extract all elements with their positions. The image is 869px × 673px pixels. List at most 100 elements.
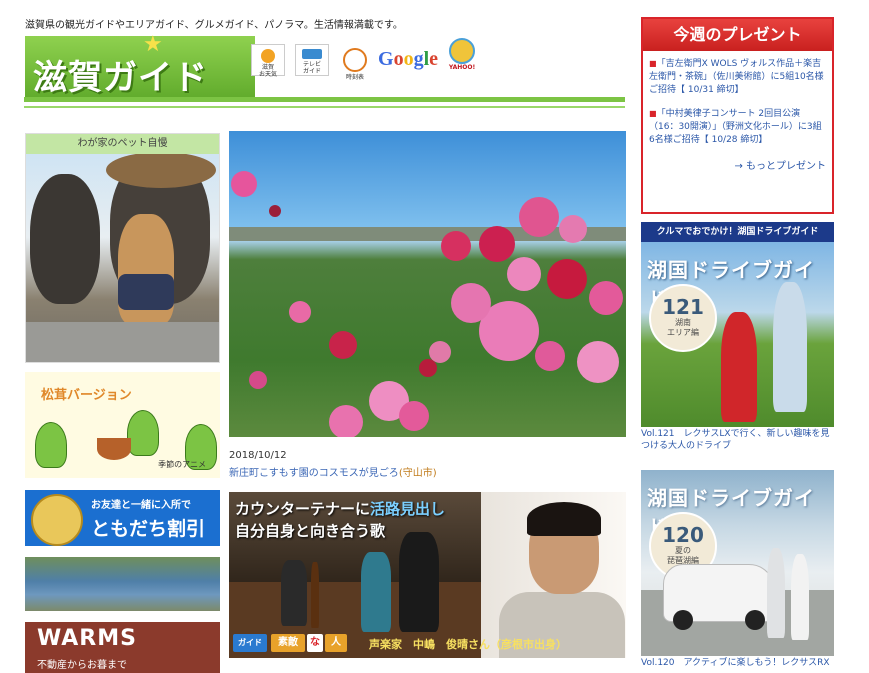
volume-number: 121 [662, 295, 704, 319]
drive-guide-header[interactable]: クルマでおでかけ！湖国ドライブガイド [641, 222, 834, 242]
headline-highlight: 活路見出し [370, 500, 446, 518]
google-letter: G [378, 48, 394, 70]
performer [361, 552, 391, 632]
mascot-icon [31, 494, 83, 546]
pet-banner[interactable]: わが家のペット自慢 [25, 133, 220, 363]
cosmos-flower [589, 281, 623, 315]
timetable-label: 時刻表 [345, 74, 364, 81]
photo-location: (守山市) [398, 468, 437, 479]
golfer [721, 312, 757, 422]
volume-subtitle: 湖南 エリア編 [667, 318, 699, 337]
cosmos-flower [419, 359, 437, 377]
portrait-hair [527, 502, 601, 536]
anime-caption: 季節のアニメ [158, 460, 206, 469]
photo-caption[interactable]: 新庄町こすもす園のコスモスが見ごろ(守山市) [229, 464, 437, 479]
drive-caption-120[interactable]: Vol.120 アクティブに楽しもう！レクサスRX [641, 657, 836, 669]
tv-guide-label: テレビ ガイド [302, 61, 321, 75]
cosmos-flower [535, 341, 565, 371]
google-letter: o [393, 48, 404, 70]
pot-illustration [97, 438, 131, 460]
cosmos-flower [399, 401, 429, 431]
cosmos-flower [479, 226, 515, 262]
feature-headline: カウンターテナーに活路見出し 自分自身と向き合う歌 [235, 498, 445, 542]
cosmos-flower [329, 331, 357, 359]
seasonal-anime-banner[interactable]: 松茸バージョン 季節のアニメ [25, 372, 220, 478]
volume-subtitle: 夏の 琵琶湖編 [667, 546, 699, 565]
car-wheel [673, 610, 693, 630]
feature-banner[interactable]: カウンターテナーに活路見出し 自分自身と向き合う歌 ガイド 素敵 な 人 声楽家… [229, 492, 626, 658]
google-letter: g [413, 48, 424, 70]
tanuki-statue [30, 174, 100, 304]
cosmos-flower [507, 257, 541, 291]
header-divider [24, 97, 625, 102]
pet-photo [26, 154, 219, 362]
present-item[interactable]: ■「吉左衛門X WOLS ヴォルス作品＋楽吉左衛門・茶碗」（佐川美術館）に5組1… [649, 57, 825, 97]
present-item-text: 「吉左衛門X WOLS ヴォルス作品＋楽吉左衛門・茶碗」（佐川美術館）に5組10… [649, 59, 824, 95]
drive-guide-vol121[interactable]: 湖国ドライブガイド 121 湖南 エリア編 [641, 242, 834, 427]
google-letter: e [429, 48, 439, 70]
cosmos-flower [329, 405, 363, 437]
square-bullet-icon: ■ [649, 59, 657, 68]
performer [281, 560, 307, 626]
frog-illustration [35, 422, 67, 468]
cosmos-photo[interactable] [229, 131, 626, 437]
site-tagline: 滋賀県の観光ガイドやエリアガイド、グルメガイド、パノラマ。生活情報満載です。 [25, 20, 403, 31]
google-letter: o [403, 48, 414, 70]
warms-banner[interactable]: WARMS 不動産からお暮まで [25, 622, 220, 673]
person [791, 554, 809, 640]
volume-number: 120 [662, 523, 704, 547]
badge-hito: 人 [325, 634, 347, 652]
site-logo[interactable]: ★ 滋賀ガイド [25, 32, 255, 102]
pet-banner-title: わが家のペット自慢 [26, 134, 219, 154]
cosmos-flower [441, 231, 471, 261]
yahoo-label: YAHOO! [448, 64, 476, 71]
person [767, 548, 785, 638]
frog-illustration [127, 410, 159, 456]
drive-caption-121[interactable]: Vol.121 レクサスLXで行く、新しい趣味を見つける大人のドライブ [641, 428, 836, 452]
feature-caption-bar: ガイド 素敵 な 人 声楽家 中嶋 俊晴さん（彦根市出身） [229, 632, 626, 658]
square-bullet-icon: ■ [649, 109, 657, 118]
cosmos-flower [577, 341, 619, 383]
present-box: 今週のプレゼント ■「吉左衛門X WOLS ヴォルス作品＋楽吉左衛門・茶碗」（佐… [641, 17, 834, 214]
tomodachi-line2: ともだち割引 [91, 518, 206, 540]
more-present-link[interactable]: → もっとプレゼント [734, 157, 826, 172]
cosmos-flower [451, 283, 491, 323]
tv-guide-icon[interactable]: テレビ ガイド [295, 44, 329, 76]
stone-base [26, 322, 219, 362]
cosmos-flower [559, 215, 587, 243]
cosmos-flower [519, 197, 559, 237]
cosmos-flower [249, 371, 267, 389]
golfer [773, 282, 807, 412]
timetable-icon[interactable]: 時刻表 [338, 44, 372, 81]
yahoo-icon[interactable]: YAHOO! [442, 38, 482, 74]
volume-badge: 121 湖南 エリア編 [649, 284, 717, 352]
dog-vest [118, 274, 174, 310]
warms-title: WARMS [37, 626, 137, 651]
headline-part: カウンターテナーに [235, 500, 371, 518]
present-item[interactable]: ■「中村美律子コンサート 2回目公演（16：30開演）」（野洲文化ホール）に3組… [649, 107, 825, 147]
badge-na: な [307, 634, 323, 652]
photo-caption-text: 新庄町こすもす園のコスモスが見ごろ [229, 468, 399, 479]
google-logo[interactable]: Google [378, 48, 438, 71]
feature-person-name: 声楽家 中嶋 俊晴さん（彦根市出身） [369, 638, 567, 651]
present-item-text: 「中村美律子コンサート 2回目公演（16：30開演）」（野洲文化ホール）に3組6… [649, 109, 822, 145]
weather-icon[interactable]: 滋賀 お天気 [251, 44, 285, 78]
logo-text: 滋賀ガイド [33, 58, 208, 98]
cosmos-flower [231, 171, 257, 197]
performer [399, 532, 439, 632]
car-wheel [745, 610, 765, 630]
cosmos-flower [269, 205, 281, 217]
warms-subtitle: 不動産からお暮まで [37, 660, 127, 671]
cosmos-flower [289, 301, 311, 323]
double-bass [311, 562, 319, 628]
drive-guide-vol120[interactable]: 湖国ドライブガイド 120 夏の 琵琶湖編 [641, 470, 834, 656]
matsutake-title: 松茸バージョン [41, 388, 132, 403]
present-title: 今週のプレゼント [643, 19, 832, 51]
tomodachi-line1: お友達と一緒に入所で [91, 500, 191, 511]
header-divider-thin [24, 106, 625, 108]
cosmos-flower [547, 259, 587, 299]
headline-part: 自分自身と向き合う歌 [235, 522, 386, 540]
river-banner[interactable] [25, 557, 220, 611]
tomodachi-discount-banner[interactable]: お友達と一緒に入所で ともだち割引 [25, 490, 220, 546]
badge-suteki: 素敵 [271, 634, 305, 652]
